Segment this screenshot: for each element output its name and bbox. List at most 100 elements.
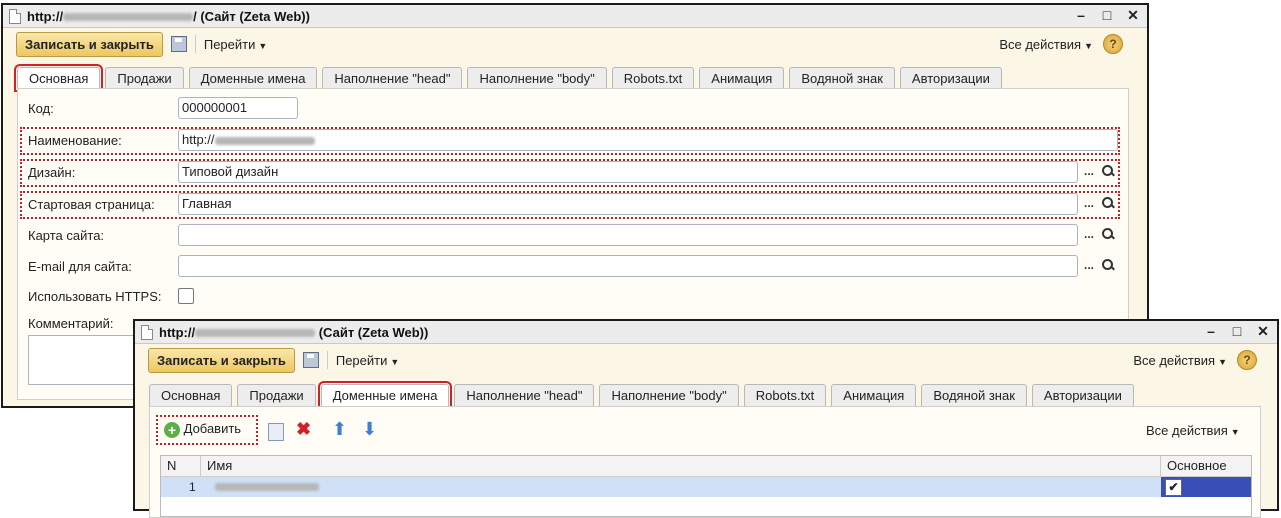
tab-domain-names[interactable]: Доменные имена xyxy=(188,67,318,89)
minimize-icon[interactable]: – xyxy=(1203,323,1219,340)
tab-head-content[interactable]: Наполнение "head" xyxy=(322,67,463,89)
title-suffix: (Сайт (Zeta Web)) xyxy=(318,324,429,340)
title-suffix: / (Сайт (Zeta Web)) xyxy=(193,8,310,24)
name-value: http:// xyxy=(182,132,215,147)
domain-names-table: N Имя Основное 1 ✔ xyxy=(160,455,1252,517)
sitemap-label: Карта сайта: xyxy=(28,228,105,243)
goto-label: Перейти xyxy=(203,36,256,52)
name-label: Наименование: xyxy=(28,133,122,148)
site-form-window-domains: http:// (Сайт (Zeta Web)) – □ ✕ Записать… xyxy=(133,319,1279,518)
design-field[interactable]: Типовой дизайн xyxy=(178,161,1078,183)
close-icon[interactable]: ✕ xyxy=(1255,323,1271,340)
chevron-down-icon: ▼ xyxy=(1218,356,1227,367)
all-actions-menu[interactable]: Все действия ▼ xyxy=(999,37,1093,52)
tab-body-content[interactable]: Наполнение "body" xyxy=(467,67,607,89)
add-button[interactable]: + Добавить xyxy=(164,421,241,438)
chevron-down-icon: ▼ xyxy=(1230,427,1240,437)
save-and-close-button[interactable]: Записать и закрыть xyxy=(148,347,295,373)
email-label: E-mail для сайта: xyxy=(28,259,132,274)
tab-authorizations[interactable]: Авторизации xyxy=(1031,384,1134,406)
start-page-select-button[interactable]: ... xyxy=(1080,194,1098,214)
column-name[interactable]: Имя xyxy=(201,456,1161,476)
form-toolbar: Записать и закрыть Перейти ▼ Все действия… xyxy=(3,29,1147,59)
blurred-domain xyxy=(215,483,319,491)
table-row[interactable]: 1 ✔ xyxy=(161,477,1251,497)
form-tabs: Основная Продажи Доменные имена Наполнен… xyxy=(149,381,1139,409)
maximize-icon[interactable]: □ xyxy=(1229,323,1245,340)
tab-sales[interactable]: Продажи xyxy=(237,384,316,406)
list-all-actions-menu[interactable]: Все действия ▼ xyxy=(1146,423,1240,438)
design-search-icon[interactable] xyxy=(1099,162,1117,182)
domain-names-panel: + Добавить ✖ ⬆ ⬇ Все действия ▼ N Имя Осн… xyxy=(149,406,1261,518)
design-select-button[interactable]: ... xyxy=(1080,162,1098,182)
sitemap-search-icon[interactable] xyxy=(1099,225,1117,245)
email-field[interactable] xyxy=(178,255,1078,277)
maximize-icon[interactable]: □ xyxy=(1099,7,1115,24)
row-number: 1 xyxy=(189,480,196,494)
all-actions-menu[interactable]: Все действия ▼ xyxy=(1133,353,1227,368)
column-primary[interactable]: Основное xyxy=(1161,456,1251,476)
tab-robots[interactable]: Robots.txt xyxy=(611,67,695,89)
form-tabs: Основная Продажи Доменные имена Наполнен… xyxy=(13,64,1007,92)
window-titlebar[interactable]: http:// / (Сайт (Zeta Web)) – □ ✕ xyxy=(3,5,1147,28)
tab-body-content[interactable]: Наполнение "body" xyxy=(599,384,739,406)
tab-animation[interactable]: Анимация xyxy=(699,67,785,89)
column-n[interactable]: N xyxy=(161,456,201,476)
help-icon[interactable]: ? xyxy=(1237,350,1257,370)
all-actions-label: Все действия xyxy=(999,36,1082,52)
email-search-icon[interactable] xyxy=(1099,256,1117,276)
document-icon xyxy=(9,8,21,24)
title-prefix: http:// xyxy=(159,324,196,340)
email-select-button[interactable]: ... xyxy=(1080,256,1098,276)
tab-watermark[interactable]: Водяной знак xyxy=(789,67,895,89)
https-label: Использовать HTTPS: xyxy=(28,289,162,304)
arrow-down-icon[interactable]: ⬇ xyxy=(362,419,377,440)
tab-main[interactable]: Основная xyxy=(149,384,233,406)
copy-icon[interactable] xyxy=(268,423,284,441)
blurred-url xyxy=(63,13,194,22)
plus-icon: + xyxy=(164,421,180,438)
goto-menu[interactable]: Перейти ▼ xyxy=(336,353,399,368)
comment-label: Комментарий: xyxy=(28,316,114,331)
window-title: http:// (Сайт (Zeta Web)) xyxy=(159,325,428,340)
chevron-down-icon: ▼ xyxy=(1084,40,1093,51)
tab-sales[interactable]: Продажи xyxy=(105,67,184,89)
name-field[interactable]: http:// xyxy=(178,129,1118,151)
window-titlebar[interactable]: http:// (Сайт (Zeta Web)) – □ ✕ xyxy=(135,321,1277,344)
table-header: N Имя Основное xyxy=(161,456,1251,477)
chevron-down-icon: ▼ xyxy=(258,40,268,51)
https-checkbox[interactable] xyxy=(178,288,194,304)
sitemap-select-button[interactable]: ... xyxy=(1080,225,1098,245)
title-prefix: http:// xyxy=(27,8,64,24)
save-icon[interactable] xyxy=(302,352,319,368)
close-icon[interactable]: ✕ xyxy=(1125,7,1141,24)
delete-icon[interactable]: ✖ xyxy=(296,419,311,440)
tab-head-content[interactable]: Наполнение "head" xyxy=(454,384,595,406)
tab-watermark[interactable]: Водяной знак xyxy=(921,384,1027,406)
primary-checkbox[interactable]: ✔ xyxy=(1165,479,1182,496)
tab-domain-names[interactable]: Доменные имена xyxy=(317,381,453,409)
help-icon[interactable]: ? xyxy=(1103,34,1123,54)
tab-authorizations[interactable]: Авторизации xyxy=(899,67,1002,89)
form-toolbar: Записать и закрыть Перейти ▼ Все действия… xyxy=(135,345,1277,375)
tab-main[interactable]: Основная xyxy=(13,64,104,92)
goto-menu[interactable]: Перейти ▼ xyxy=(204,37,267,52)
start-page-field[interactable]: Главная xyxy=(178,193,1078,215)
all-actions-label: Все действия xyxy=(1133,352,1216,368)
window-title: http:// / (Сайт (Zeta Web)) xyxy=(27,9,310,24)
start-page-label: Стартовая страница: xyxy=(28,197,155,212)
chevron-down-icon: ▼ xyxy=(390,356,400,367)
sitemap-field[interactable] xyxy=(178,224,1078,246)
design-label: Дизайн: xyxy=(28,165,76,180)
window-controls: – □ ✕ xyxy=(1073,7,1141,24)
code-field[interactable]: 000000001 xyxy=(178,97,298,119)
arrow-up-icon[interactable]: ⬆ xyxy=(332,419,347,440)
blurred-url xyxy=(195,329,316,338)
minimize-icon[interactable]: – xyxy=(1073,7,1089,24)
save-and-close-button[interactable]: Записать и закрыть xyxy=(16,31,163,57)
tab-animation[interactable]: Анимация xyxy=(831,384,917,406)
save-icon[interactable] xyxy=(170,36,187,52)
start-page-search-icon[interactable] xyxy=(1099,194,1117,214)
toolbar-divider xyxy=(326,351,328,369)
tab-robots[interactable]: Robots.txt xyxy=(743,384,827,406)
